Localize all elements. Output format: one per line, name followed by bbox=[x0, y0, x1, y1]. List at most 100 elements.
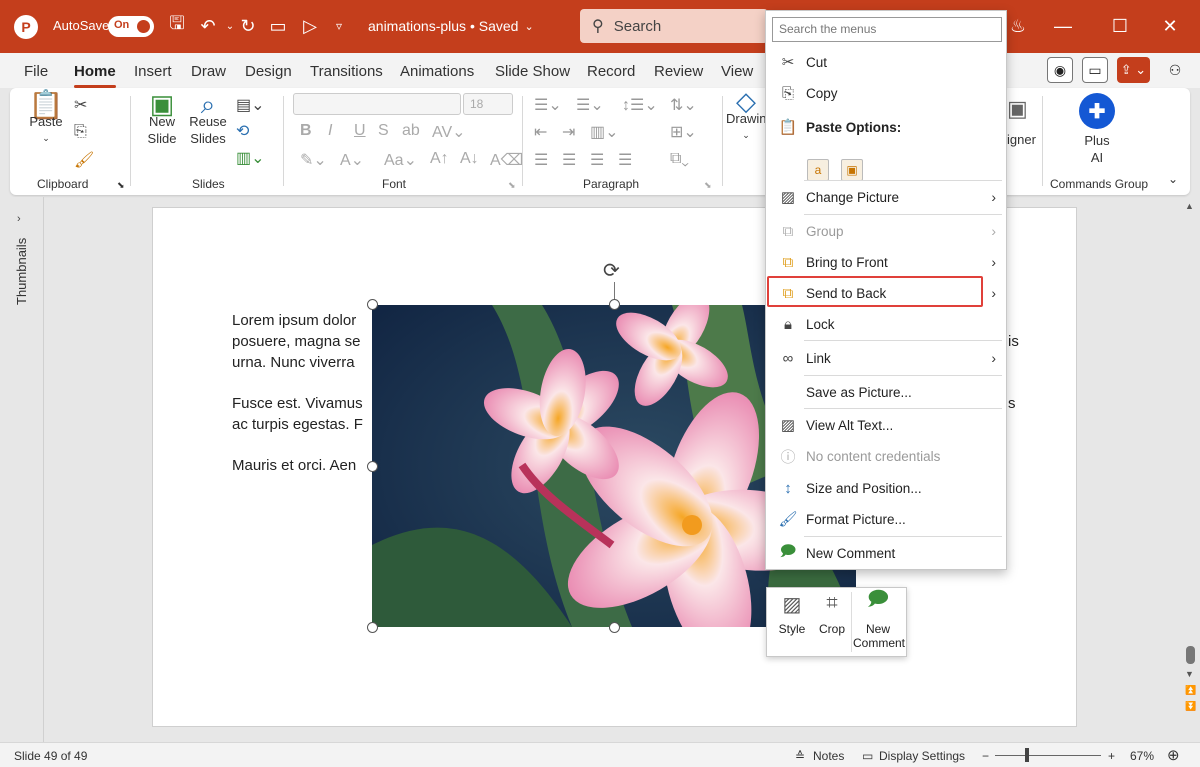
tab-animations[interactable]: Animations bbox=[400, 63, 474, 80]
undo-icon[interactable]: ↶ bbox=[196, 14, 220, 38]
copy-icon[interactable]: ⎘ bbox=[74, 123, 87, 141]
tab-slide-show[interactable]: Slide Show bbox=[495, 63, 570, 80]
justify-icon[interactable]: ☰ bbox=[618, 150, 632, 170]
lightbulb-icon[interactable]: ♨ bbox=[1003, 12, 1033, 40]
bullets-icon[interactable]: ☰⌄ bbox=[534, 95, 562, 115]
style-button[interactable]: ▨ Style bbox=[777, 592, 807, 636]
align-left-icon[interactable]: ☰ bbox=[534, 150, 548, 170]
present-icon[interactable]: ▭ bbox=[266, 14, 290, 38]
zoom-slider[interactable] bbox=[995, 755, 1101, 756]
expand-thumbnails-icon[interactable]: › bbox=[17, 213, 21, 225]
menu-item-new-comment[interactable]: 🗩 New Comment bbox=[766, 538, 1006, 568]
next-slide-icon[interactable]: ⏬ bbox=[1185, 701, 1196, 712]
coauthor-icon[interactable]: ⚇ bbox=[1162, 57, 1188, 83]
fit-to-window-icon[interactable]: ⊕ bbox=[1167, 746, 1180, 764]
align-text-icon[interactable]: ⊞⌄ bbox=[670, 122, 697, 142]
save-icon[interactable]: 🖫 bbox=[165, 13, 189, 38]
reset-icon[interactable]: ⟲ bbox=[236, 121, 249, 141]
designer-icon[interactable]: ▣ bbox=[1007, 96, 1028, 122]
tab-insert[interactable]: Insert bbox=[134, 63, 172, 80]
menu-item-link[interactable]: ∞ Link › bbox=[766, 343, 1006, 373]
cut-icon[interactable]: ✂ bbox=[74, 95, 87, 115]
customize-qat-icon[interactable]: ▿ bbox=[327, 14, 351, 38]
character-spacing-icon[interactable]: AV⌄ bbox=[432, 122, 466, 142]
reuse-slides-button[interactable]: ⌕ Reuse Slides bbox=[188, 91, 228, 147]
menu-item-copy[interactable]: ⎘ Copy bbox=[766, 78, 1006, 108]
zoom-slider-thumb[interactable] bbox=[1024, 748, 1029, 762]
highlight-icon[interactable]: ✎⌄ bbox=[300, 150, 327, 170]
tab-view[interactable]: View bbox=[721, 63, 753, 80]
tab-transitions[interactable]: Transitions bbox=[310, 63, 383, 80]
clear-formatting-icon[interactable]: A⌫ bbox=[490, 150, 523, 170]
plus-ai-button[interactable]: Plus AI bbox=[1075, 132, 1119, 166]
plus-ai-icon[interactable]: ✚ bbox=[1079, 93, 1115, 129]
scrollbar-thumb[interactable] bbox=[1186, 646, 1195, 664]
resize-handle-top[interactable] bbox=[609, 299, 620, 310]
shadow-icon[interactable]: S bbox=[378, 122, 389, 140]
layout-icon[interactable]: ▤⌄ bbox=[236, 95, 265, 115]
record-icon[interactable]: ◉ bbox=[1047, 57, 1073, 83]
comments-icon[interactable]: ▭ bbox=[1082, 57, 1108, 83]
increase-indent-icon[interactable]: ⇥ bbox=[562, 122, 575, 142]
redo-icon[interactable]: ↻ bbox=[236, 14, 260, 38]
minimize-icon[interactable]: — bbox=[1048, 12, 1078, 40]
tab-record[interactable]: Record bbox=[587, 63, 635, 80]
search-box[interactable]: ⚲ Search bbox=[580, 9, 768, 43]
close-icon[interactable]: ✕ bbox=[1155, 12, 1185, 40]
resize-handle-left[interactable] bbox=[367, 461, 378, 472]
menu-item-format-picture[interactable]: 🖌 Format Picture... bbox=[766, 504, 1006, 534]
text-direction-icon[interactable]: ⇅⌄ bbox=[670, 95, 697, 115]
previous-slide-icon[interactable]: ⏫ bbox=[1185, 685, 1196, 696]
menu-item-group[interactable]: ⧉ Group › bbox=[766, 216, 1006, 246]
resize-handle-bottom[interactable] bbox=[609, 622, 620, 633]
align-center-icon[interactable]: ☰ bbox=[562, 150, 576, 170]
resize-handle-top-left[interactable] bbox=[367, 299, 378, 310]
menu-item-bring-to-front[interactable]: ⧉ Bring to Front › bbox=[766, 247, 1006, 277]
increase-font-icon[interactable]: A↑ bbox=[430, 150, 449, 168]
tab-file[interactable]: File bbox=[24, 63, 48, 80]
decrease-indent-icon[interactable]: ⇤ bbox=[534, 122, 547, 142]
font-name-dropdown[interactable] bbox=[293, 93, 461, 115]
numbering-icon[interactable]: ☰⌄ bbox=[576, 95, 604, 115]
tab-home[interactable]: Home bbox=[74, 63, 116, 88]
resize-handle-bottom-left[interactable] bbox=[367, 622, 378, 633]
strikethrough-icon[interactable]: ab bbox=[402, 122, 420, 140]
drawing-button[interactable]: ◇ Drawin ⌄ bbox=[726, 93, 766, 144]
clipboard-launcher-icon[interactable]: ⬊ bbox=[117, 180, 125, 191]
italic-icon[interactable]: I bbox=[328, 122, 332, 140]
rotate-handle-icon[interactable]: ⟳ bbox=[603, 258, 620, 283]
scroll-up-icon[interactable]: ▲ bbox=[1185, 201, 1194, 211]
tab-review[interactable]: Review bbox=[654, 63, 703, 80]
menu-item-size-and-position[interactable]: ↕ Size and Position... bbox=[766, 473, 1006, 503]
collapse-ribbon-icon[interactable]: ⌄ bbox=[1168, 172, 1178, 186]
zoom-level[interactable]: 67% bbox=[1130, 749, 1154, 763]
underline-icon[interactable]: U bbox=[354, 122, 366, 140]
scroll-down-icon[interactable]: ▼ bbox=[1185, 669, 1194, 679]
tab-draw[interactable]: Draw bbox=[191, 63, 226, 80]
notes-button[interactable]: Notes bbox=[813, 749, 844, 763]
smartart-icon[interactable]: ⧉⌄ bbox=[670, 150, 689, 168]
change-case-icon[interactable]: Aa⌄ bbox=[384, 150, 417, 170]
font-launcher-icon[interactable]: ⬊ bbox=[508, 180, 516, 191]
decrease-font-icon[interactable]: A↓ bbox=[460, 150, 479, 168]
line-spacing-icon[interactable]: ↕☰⌄ bbox=[622, 95, 658, 115]
paste-keep-formatting-icon[interactable]: a bbox=[807, 159, 829, 181]
columns-icon[interactable]: ▥⌄ bbox=[590, 122, 619, 142]
document-title[interactable]: animations-plus • Saved ⌄ bbox=[368, 18, 534, 34]
autosave-toggle[interactable]: On bbox=[108, 16, 154, 37]
maximize-icon[interactable]: ☐ bbox=[1105, 12, 1135, 40]
menu-search-input[interactable]: Search the menus bbox=[772, 17, 1002, 42]
format-painter-icon[interactable]: 🖌 bbox=[74, 150, 94, 170]
menu-item-view-alt-text[interactable]: ▨ View Alt Text... bbox=[766, 410, 1006, 440]
paste-button[interactable]: 📋 Paste ⌄ bbox=[28, 91, 64, 147]
crop-button[interactable]: ⌗ Crop bbox=[817, 592, 847, 636]
align-right-icon[interactable]: ☰ bbox=[590, 150, 604, 170]
paragraph-launcher-icon[interactable]: ⬊ bbox=[704, 180, 712, 191]
font-size-dropdown[interactable]: 18 bbox=[463, 93, 513, 115]
zoom-out-button[interactable]: − bbox=[982, 749, 989, 763]
new-comment-button[interactable]: 🗩 New Comment bbox=[853, 589, 905, 650]
vertical-scrollbar[interactable]: ▲ ▼ ⏫ ⏬ bbox=[1181, 197, 1200, 742]
font-color-icon[interactable]: A⌄ bbox=[340, 150, 364, 170]
tab-design[interactable]: Design bbox=[245, 63, 292, 80]
menu-item-cut[interactable]: ✂ Cut bbox=[766, 47, 1006, 77]
